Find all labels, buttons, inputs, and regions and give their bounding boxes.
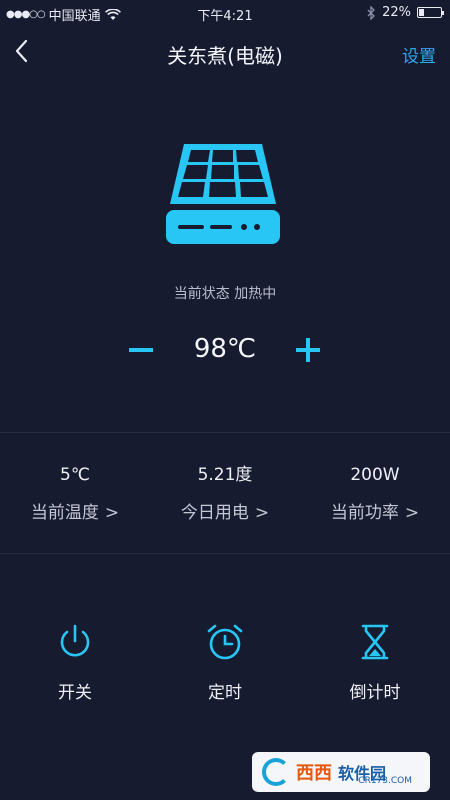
hourglass-icon (361, 624, 389, 660)
action-row: 开关 定时 倒计时 (0, 622, 450, 712)
chevron-right-icon: > (404, 503, 420, 523)
induction-cooker-icon (166, 144, 280, 244)
battery-icon (417, 7, 444, 18)
stat-label-wrap: 当前温度 > (0, 498, 150, 523)
bluetooth-icon (367, 5, 376, 20)
heating-status: 当前状态 加热中 (173, 286, 277, 302)
stat-value: 5℃ (60, 465, 90, 485)
watermark-url: CR173.COM (358, 776, 412, 786)
stats-row: 5℃ 当前温度 > 5.21度 今日用电 > 200W 当前功率 > (0, 462, 450, 532)
stat-current-power[interactable]: 200W 当前功率 > (300, 462, 450, 532)
increase-temperature-button[interactable] (294, 335, 322, 365)
status-bar: ●●●○○ 中国联通 下午4:21 22% (0, 0, 450, 26)
power-icon (60, 624, 90, 657)
timer-button[interactable]: 定时 (150, 622, 300, 712)
power-button[interactable]: 开关 (0, 622, 150, 712)
stat-label: 当前温度 (30, 503, 99, 523)
stat-value: 200W (350, 465, 400, 485)
stat-value: 5.21度 (197, 465, 253, 485)
stat-label-wrap: 今日用电 > (150, 498, 300, 523)
watermark-text: 西西 (296, 763, 332, 784)
action-label: 开关 (58, 683, 92, 703)
watermark-logo: 西西 软件园 CR173.COM (252, 752, 430, 792)
watermark-c-icon (262, 758, 290, 786)
set-temperature: 98℃ (193, 334, 257, 364)
stat-label: 当前功率 (330, 503, 399, 523)
status-right: 22% (367, 5, 444, 20)
alarm-clock-icon (207, 624, 243, 660)
stat-today-energy[interactable]: 5.21度 今日用电 > (150, 462, 300, 532)
page-title: 关东煮(电磁) (167, 44, 283, 68)
battery-level (419, 9, 424, 16)
stat-label-wrap: 当前功率 > (300, 498, 450, 523)
stat-current-temperature[interactable]: 5℃ 当前温度 > (0, 462, 150, 532)
action-label: 倒计时 (349, 683, 401, 703)
action-label: 定时 (208, 683, 242, 703)
temperature-control: 98℃ (0, 330, 450, 370)
settings-button[interactable]: 设置 (402, 42, 436, 67)
battery-percent: 22% (382, 5, 411, 20)
chevron-right-icon: > (104, 503, 120, 523)
stat-label: 今日用电 (180, 503, 249, 523)
chevron-right-icon: > (254, 503, 270, 523)
divider-top (0, 432, 450, 433)
divider-bottom (0, 553, 450, 554)
countdown-button[interactable]: 倒计时 (300, 622, 450, 712)
nav-bar: 关东煮(电磁) 设置 (0, 26, 450, 78)
